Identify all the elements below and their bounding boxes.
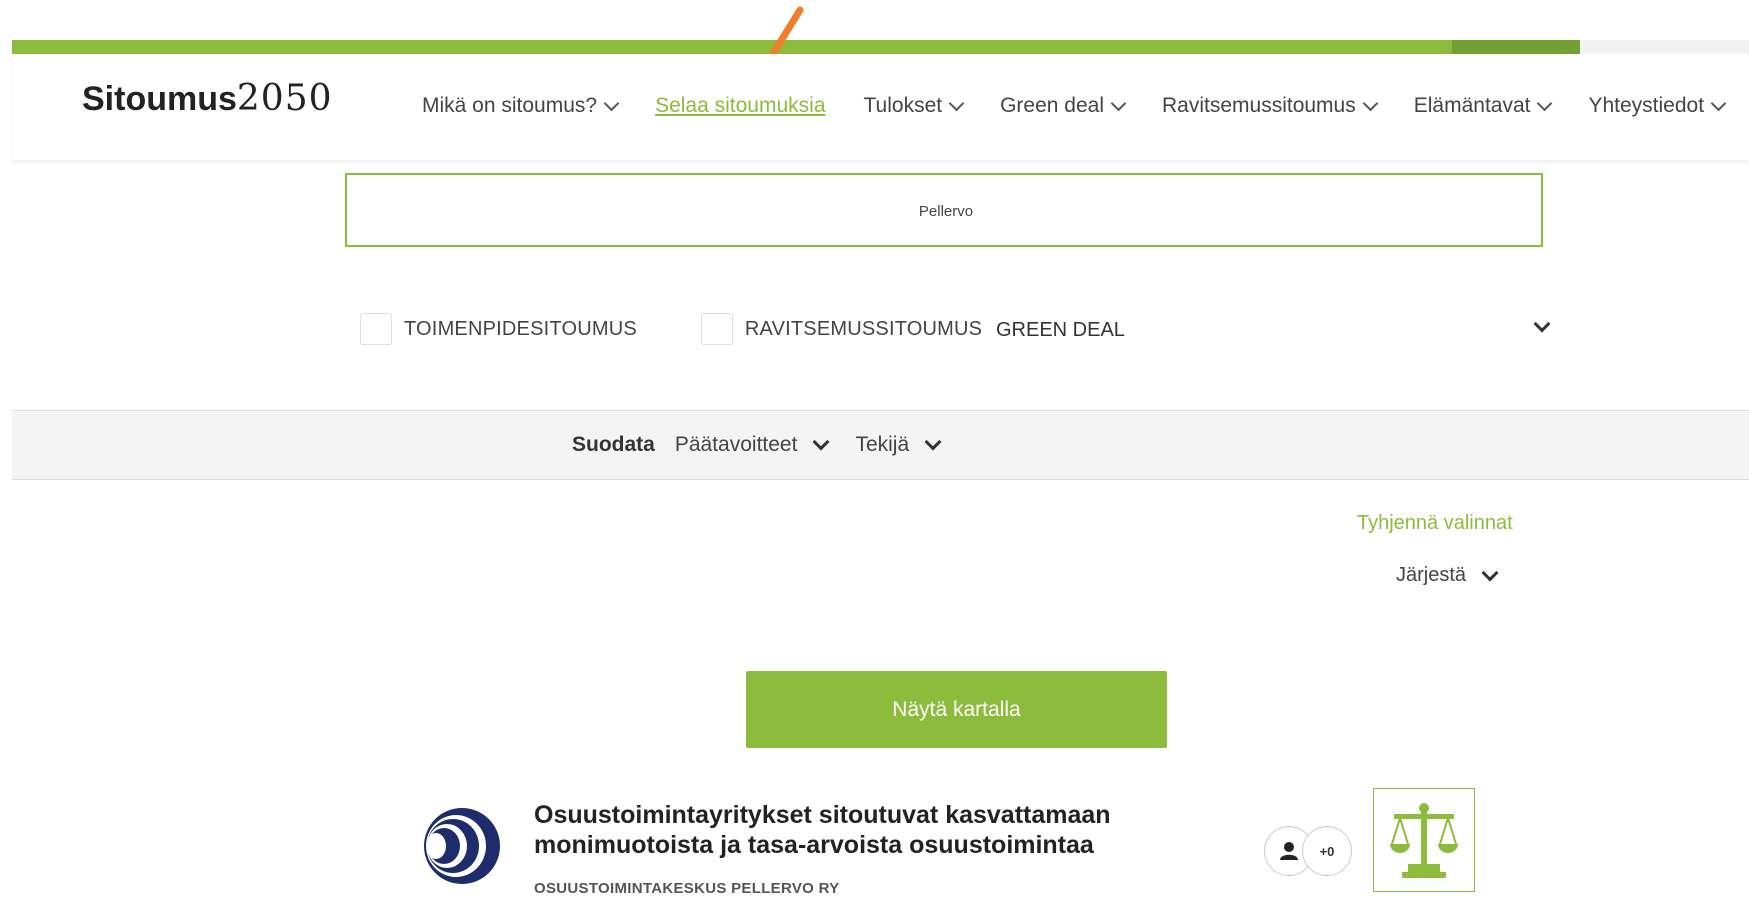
ravitsemussitoumus-option: RAVITSEMUSSITOUMUS xyxy=(700,313,983,345)
nav-item-tulokset[interactable]: Tulokset xyxy=(863,94,965,118)
chevron-down-icon xyxy=(1481,564,1499,581)
chevron-down-icon xyxy=(1710,95,1727,111)
filter-label: Päätavoitteet xyxy=(674,433,798,456)
filter-row: Suodata Päätavoitteet Tekijä xyxy=(572,433,967,457)
nav-item-green-deal[interactable]: Green deal xyxy=(1000,94,1127,118)
green-deal-label: GREEN DEAL xyxy=(996,319,1125,341)
filter-title: Suodata xyxy=(572,433,655,456)
result-title[interactable]: Osuustoimintayritykset sitoutuvat kasvat… xyxy=(534,800,1174,860)
logo-text: Sitoumus xyxy=(82,80,237,118)
search-box xyxy=(345,173,1545,247)
participant-count: +0 xyxy=(1302,826,1352,876)
chevron-down-icon xyxy=(924,433,942,451)
green-deal-dropdown-chevron-icon[interactable] xyxy=(1533,315,1551,333)
nav-label: Ravitsemussitoumus xyxy=(1162,94,1356,117)
toimenpidesitoumus-checkbox[interactable] xyxy=(360,313,392,345)
nav-item-ravitsemussitoumus[interactable]: Ravitsemussitoumus xyxy=(1162,94,1379,118)
result-organization: OSUUSTOIMINTAKESKUS PELLERVO RY xyxy=(534,880,840,897)
nav-item-selaa-sitoumuksia[interactable]: Selaa sitoumuksia xyxy=(655,94,825,118)
commitment-type-filters: TOIMENPIDESITOUMUS RAVITSEMUSSITOUMUS xyxy=(360,313,1046,345)
nav-label: Yhteystiedot xyxy=(1588,94,1705,117)
nav-item-elamantavat[interactable]: Elämäntavat xyxy=(1413,94,1553,118)
scales-of-justice-icon xyxy=(1390,803,1458,878)
participants: +0 xyxy=(1264,826,1352,876)
search-input[interactable] xyxy=(347,175,1545,247)
pellervo-logo-icon xyxy=(424,808,500,884)
main-nav: Mikä on sitoumus? Selaa sitoumuksia Tulo… xyxy=(422,94,1749,118)
toimenpidesitoumus-label: TOIMENPIDESITOUMUS xyxy=(404,317,637,340)
chevron-down-icon xyxy=(1110,95,1127,111)
filter-paatavoitteet-dropdown[interactable]: Päätavoitteet xyxy=(674,433,830,457)
nav-label: Selaa sitoumuksia xyxy=(655,94,826,117)
chevron-down-icon xyxy=(948,95,965,111)
ravitsemussitoumus-checkbox[interactable] xyxy=(700,313,733,345)
site-logo[interactable]: Sitoumus2050 xyxy=(82,78,333,119)
nav-label: Tulokset xyxy=(863,94,943,117)
site-header: Sitoumus2050 Mikä on sitoumus? Selaa sit… xyxy=(12,54,1749,160)
scroll-progress-bar xyxy=(12,40,1749,54)
person-icon xyxy=(1280,842,1298,860)
nav-item-mika-on-sitoumus[interactable]: Mikä on sitoumus? xyxy=(422,94,620,118)
filter-tekija-dropdown[interactable]: Tekijä xyxy=(855,433,942,457)
chevron-down-icon xyxy=(1537,95,1553,111)
sort-dropdown[interactable]: Järjestä xyxy=(1396,564,1499,587)
filter-label: Tekijä xyxy=(855,433,910,456)
ravitsemussitoumus-label: RAVITSEMUSSITOUMUS xyxy=(744,317,983,340)
logo-number: 2050 xyxy=(236,78,333,119)
chevron-down-icon xyxy=(603,95,620,111)
nav-item-yhteystiedot[interactable]: Yhteystiedot xyxy=(1588,94,1727,118)
clear-selections-link[interactable]: Tyhjennä valinnat xyxy=(1357,512,1513,535)
chevron-down-icon xyxy=(1362,95,1379,111)
filter-bar: Suodata Päätavoitteet Tekijä xyxy=(12,410,1749,480)
toimenpidesitoumus-option: TOIMENPIDESITOUMUS xyxy=(360,313,637,345)
nav-label: Mikä on sitoumus? xyxy=(422,94,598,117)
chevron-down-icon xyxy=(812,433,830,451)
nav-label: Elämäntavat xyxy=(1413,94,1531,117)
sort-label: Järjestä xyxy=(1396,564,1467,586)
nav-label: Green deal xyxy=(1000,94,1104,117)
progress-fill-highlight xyxy=(1452,40,1580,54)
commitment-result[interactable]: Osuustoimintayritykset sitoutuvat kasvat… xyxy=(420,788,1500,918)
show-on-map-button[interactable]: Näytä kartalla xyxy=(746,671,1167,748)
goal-badge xyxy=(1373,788,1475,892)
